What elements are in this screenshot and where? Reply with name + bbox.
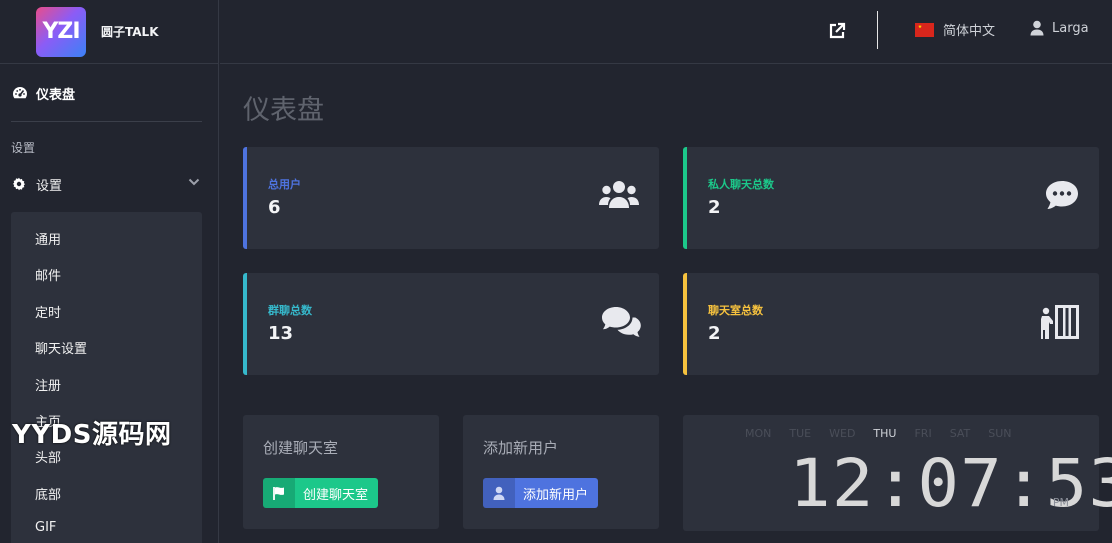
chevron-down-icon xyxy=(188,178,200,186)
sidebar: YZI 圆子TALK 仪表盘 设置 设置 通用 邮件 定时 聊天设置 注册 主页… xyxy=(0,0,219,543)
brand[interactable]: YZI 圆子TALK xyxy=(0,0,218,64)
weekday-thu: THU xyxy=(873,427,897,440)
brand-name: 圆子TALK xyxy=(101,25,159,39)
stat-card-group-chats: 群聊总数 13 xyxy=(243,273,659,375)
add-user-button[interactable]: 添加新用户 xyxy=(483,478,599,508)
submenu-item-email[interactable]: 邮件 xyxy=(35,265,61,284)
page-title: 仪表盘 xyxy=(243,95,324,126)
comments-icon xyxy=(602,307,641,337)
username: Larga xyxy=(1052,20,1089,36)
stat-label: 总用户 xyxy=(268,178,301,191)
card-title: 添加新用户 xyxy=(483,439,559,457)
flag-icon xyxy=(263,478,295,508)
stat-label: 私人聊天总数 xyxy=(708,178,774,191)
create-room-card: 创建聊天室 创建聊天室 xyxy=(243,415,439,529)
stat-label: 群聊总数 xyxy=(268,304,312,317)
user-menu[interactable]: Larga xyxy=(1030,20,1089,36)
stat-value: 2 xyxy=(708,197,721,218)
china-flag-icon xyxy=(915,22,934,37)
weekday-sun: SUN xyxy=(988,427,1012,440)
add-user-card: 添加新用户 添加新用户 xyxy=(463,415,659,529)
stat-value: 13 xyxy=(268,323,294,344)
weekday-tue: TUE xyxy=(789,427,812,440)
app-logo: YZI xyxy=(36,6,86,57)
topbar: 简体中文 Larga xyxy=(220,0,1112,64)
watermark: YYDS源码网 xyxy=(12,420,172,450)
weekday-sat: SAT xyxy=(949,427,971,440)
topbar-divider xyxy=(877,11,878,49)
users-icon xyxy=(599,181,639,208)
sidebar-item-dashboard[interactable]: 仪表盘 xyxy=(12,82,75,104)
settings-submenu: 通用 邮件 定时 聊天设置 注册 主页 头部 底部 GIF xyxy=(11,212,202,543)
submenu-item-gif[interactable]: GIF xyxy=(35,520,56,535)
card-title: 创建聊天室 xyxy=(263,439,339,457)
clock-ampm: PM xyxy=(1052,496,1069,509)
sidebar-divider xyxy=(11,121,202,122)
sidebar-item-label: 设置 xyxy=(36,178,63,194)
language-selector[interactable]: 简体中文 xyxy=(915,20,995,39)
sidebar-section-label: 设置 xyxy=(11,141,36,155)
sidebar-item-settings[interactable]: 设置 xyxy=(12,172,202,196)
user-icon xyxy=(1030,20,1044,36)
stat-card-total-users: 总用户 6 xyxy=(243,147,659,249)
gear-icon xyxy=(12,177,26,191)
create-room-button[interactable]: 创建聊天室 xyxy=(263,478,379,508)
weekday-wed: WED xyxy=(829,427,856,440)
weekday-mon: MON xyxy=(745,427,772,440)
submenu-item-chat-settings[interactable]: 聊天设置 xyxy=(35,338,87,357)
submenu-item-cron[interactable]: 定时 xyxy=(35,302,61,321)
tachometer-icon xyxy=(13,87,27,99)
stat-card-private-chats: 私人聊天总数 2 xyxy=(683,147,1099,249)
stat-label: 聊天室总数 xyxy=(708,304,763,317)
sidebar-item-label: 仪表盘 xyxy=(36,87,76,103)
stat-card-chat-rooms: 聊天室总数 2 xyxy=(683,273,1099,375)
weekday-fri: FRI xyxy=(914,427,932,440)
submenu-item-footer[interactable]: 底部 xyxy=(35,484,61,503)
submenu-item-registration[interactable]: 注册 xyxy=(35,375,61,394)
user-icon xyxy=(483,478,515,508)
person-booth-icon xyxy=(1041,305,1079,339)
stat-value: 6 xyxy=(268,197,281,218)
external-link-icon[interactable] xyxy=(828,22,846,40)
clock-time: 12:07:53 xyxy=(789,445,1112,522)
stat-value: 2 xyxy=(708,323,721,344)
digital-clock: MON TUE WED THU FRI SAT SUN 12:07:53 PM xyxy=(683,415,1112,531)
language-label: 简体中文 xyxy=(943,24,996,39)
weekday-row: MON TUE WED THU FRI SAT SUN xyxy=(745,427,1030,440)
submenu-item-general[interactable]: 通用 xyxy=(35,229,61,248)
comment-dots-icon xyxy=(1046,181,1078,209)
